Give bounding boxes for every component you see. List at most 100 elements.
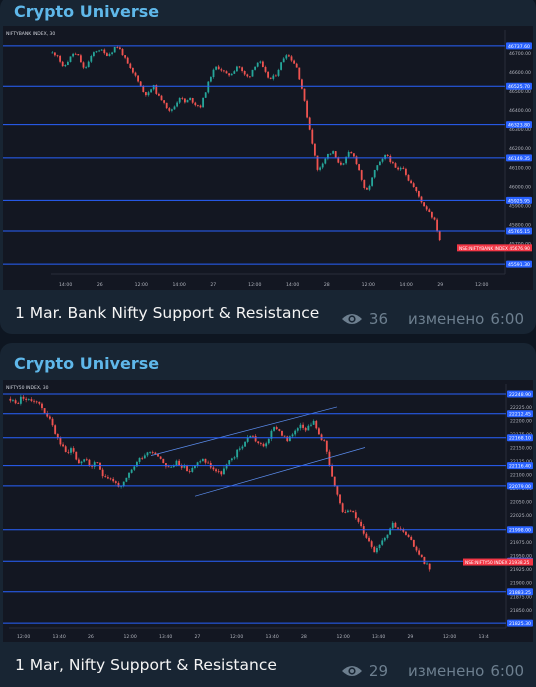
price-tick-label: 46700.00 xyxy=(509,51,531,57)
candle-body xyxy=(212,69,215,78)
candle-body xyxy=(436,219,439,232)
time-tick-label: 12:00 xyxy=(475,282,488,288)
chart-image[interactable]: NIFTY50 INDEX, 3022225.0022200.0022175.0… xyxy=(3,380,533,642)
candle-body xyxy=(256,62,259,67)
candle-body xyxy=(402,167,405,169)
candle-body xyxy=(223,468,225,475)
channel-name[interactable]: Crypto Universe xyxy=(14,354,159,373)
price-tick-label: 21975.00 xyxy=(510,540,532,546)
candle-body xyxy=(96,462,99,463)
candle-body xyxy=(254,66,257,70)
candle-body xyxy=(331,465,334,477)
candle-body xyxy=(391,162,394,164)
candle-body xyxy=(77,54,80,56)
candle-body xyxy=(389,156,392,163)
candle-body xyxy=(121,49,124,56)
time-tick-label: 12:00 xyxy=(17,634,30,640)
post-time: 6:00 xyxy=(490,662,524,680)
views-eye-icon xyxy=(341,314,362,324)
candle-body xyxy=(433,217,436,220)
level-label: 46737.60 xyxy=(508,44,530,50)
candle-body xyxy=(346,510,349,513)
channel-name[interactable]: Crypto Universe xyxy=(14,2,159,21)
candle-body xyxy=(438,231,441,241)
chart-image[interactable]: NIFTYBANK INDEX, 30 46700.00 46600.00 46500… xyxy=(3,26,533,290)
current-price-tag: NSE:NIFTY50 INDEX 21938.25 xyxy=(465,560,530,566)
candle-body xyxy=(220,69,223,71)
candle-body xyxy=(165,102,168,109)
post-bank-nifty[interactable]: Crypto Universe NIFTYBANK INDEX, 30 46700… xyxy=(0,0,536,334)
candle-body xyxy=(252,435,254,437)
price-tick-label: 46400.00 xyxy=(509,108,531,114)
candle-body xyxy=(418,550,421,555)
candle-body xyxy=(296,428,299,431)
candle-body xyxy=(134,72,137,76)
edited-label: изменено xyxy=(408,662,485,680)
price-tick-label: 21925.00 xyxy=(510,567,532,573)
candle-body xyxy=(108,53,111,56)
post-nifty[interactable]: Crypto Universe NIFTY50 INDEX, 30 22225.0… xyxy=(0,343,536,687)
candle-body xyxy=(430,212,433,218)
candle-body xyxy=(106,477,109,479)
candle-body xyxy=(48,416,51,419)
time-tick-label: 12:00 xyxy=(230,634,243,640)
candle-body xyxy=(225,464,228,469)
candle-body xyxy=(167,466,170,468)
candle-body xyxy=(87,61,90,68)
time-tick-label: 13:4 xyxy=(479,634,489,640)
candle-body xyxy=(51,52,54,54)
candle-body xyxy=(19,396,22,404)
candle-body xyxy=(80,461,83,464)
candle-body xyxy=(376,165,379,170)
price-tick-label: 46600.00 xyxy=(509,70,531,76)
candle-body xyxy=(394,522,397,528)
candle-body xyxy=(241,446,244,449)
candle-body xyxy=(212,467,215,470)
candle-body xyxy=(217,471,220,473)
candle-body xyxy=(281,430,283,436)
symbol-header: NIFTYBANK INDEX, 30 xyxy=(6,31,55,37)
time-tick-label: 13:40 xyxy=(266,634,279,640)
candle-body xyxy=(191,467,194,472)
candle-body xyxy=(149,452,152,453)
candle-body xyxy=(207,81,210,93)
candle-body xyxy=(126,57,129,64)
candle-body xyxy=(286,436,289,442)
candle-body xyxy=(175,460,178,466)
candle-body xyxy=(267,71,270,78)
candle-body xyxy=(146,452,149,456)
candle-body xyxy=(332,151,335,154)
candle-body xyxy=(248,76,251,78)
candle-body xyxy=(90,56,93,62)
candle-body xyxy=(178,97,181,103)
time-tick-label: 27 xyxy=(210,282,216,288)
candle-body xyxy=(189,97,192,101)
candle-body xyxy=(209,77,212,82)
candle-body xyxy=(394,163,397,168)
time-tick-label: 14:00 xyxy=(173,282,186,288)
candle-body xyxy=(43,408,46,414)
candle-body xyxy=(334,151,337,158)
candle-body xyxy=(173,106,176,110)
candle-body xyxy=(162,458,165,464)
time-tick-label: 14:00 xyxy=(400,282,413,288)
candle-body xyxy=(114,481,117,483)
candle-body xyxy=(410,536,413,540)
candle-body xyxy=(151,452,154,453)
time-tick-label: 26 xyxy=(97,282,103,288)
candle-body xyxy=(282,58,285,63)
candle-body xyxy=(363,179,366,189)
candle-body xyxy=(376,548,378,553)
candle-body xyxy=(306,100,309,118)
candle-body xyxy=(235,66,238,72)
candle-body xyxy=(333,476,336,487)
level-label: 22248.90 xyxy=(509,392,531,398)
candle-body xyxy=(336,486,339,495)
candle-body xyxy=(254,436,257,442)
candle-body xyxy=(249,435,252,438)
price-tick-label: 46100.00 xyxy=(509,165,531,171)
candle-body xyxy=(99,462,101,470)
candle-body xyxy=(92,52,95,57)
candle-body xyxy=(70,448,72,453)
candle-body xyxy=(407,174,410,181)
